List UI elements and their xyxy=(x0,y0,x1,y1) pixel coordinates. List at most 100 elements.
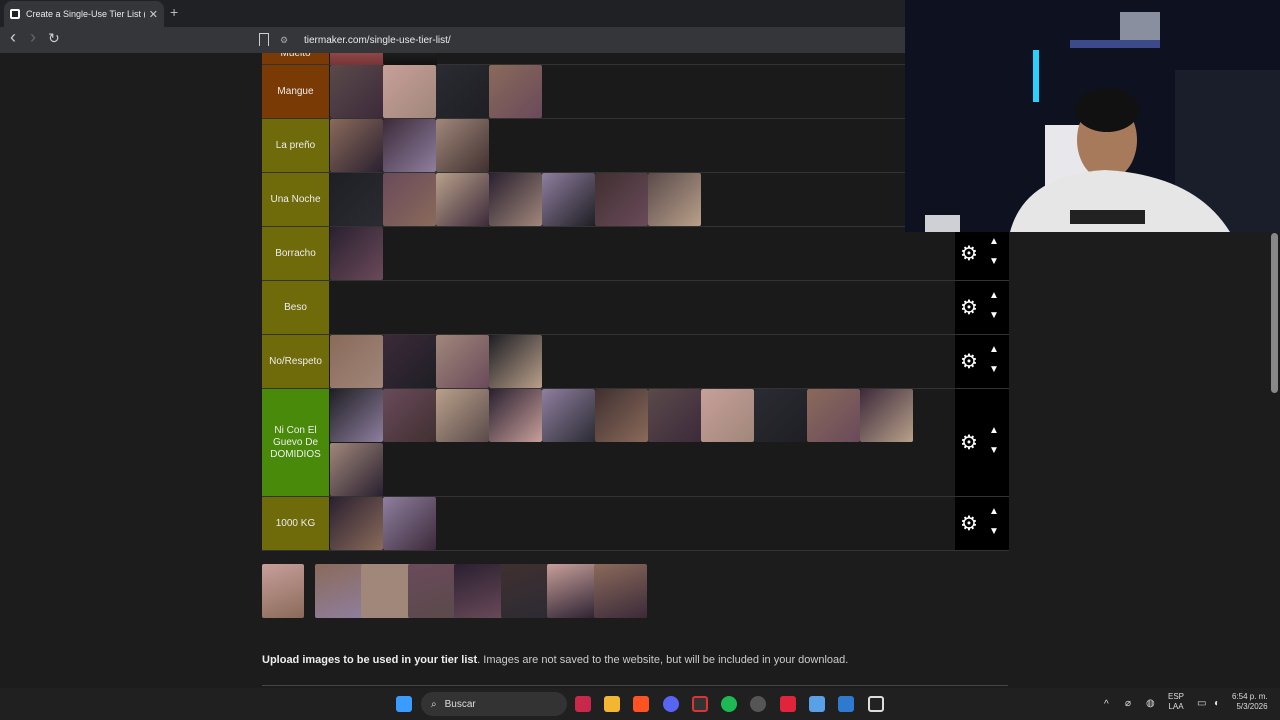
tier-label[interactable]: No/Respeto xyxy=(262,335,329,388)
discord-icon[interactable] xyxy=(663,696,679,712)
tier-image[interactable] xyxy=(330,227,383,280)
app-icon[interactable] xyxy=(868,696,884,712)
move-tier-up-icon[interactable]: ▲ xyxy=(989,506,999,517)
tier-image[interactable] xyxy=(383,389,436,442)
clock[interactable]: 6:54 p. m. 5/3/2026 xyxy=(1232,692,1268,713)
tier-image[interactable] xyxy=(542,389,595,442)
move-tier-down-icon[interactable]: ▼ xyxy=(989,364,999,375)
tier-label[interactable]: La preño xyxy=(262,119,329,172)
tier-image[interactable] xyxy=(542,173,595,226)
tab-title: Create a Single-Use Tier List (Pr xyxy=(26,9,145,19)
pool-image[interactable] xyxy=(593,564,647,618)
monitor-icon[interactable]: ▭ xyxy=(1197,697,1206,710)
tier-image[interactable] xyxy=(595,389,648,442)
brave-browser-icon[interactable] xyxy=(633,696,649,712)
tier-image[interactable] xyxy=(330,173,383,226)
language-indicator[interactable]: ESP LAA xyxy=(1168,692,1184,713)
tier-image[interactable] xyxy=(383,335,436,388)
tier-label[interactable]: Borracho xyxy=(262,227,329,280)
bookmark-icon[interactable] xyxy=(259,33,269,46)
pool-image[interactable] xyxy=(454,564,507,618)
pool-image[interactable] xyxy=(262,564,304,618)
tier-label[interactable]: Mueito xyxy=(262,53,329,64)
move-tier-down-icon[interactable]: ▼ xyxy=(989,526,999,537)
tier-image[interactable] xyxy=(807,389,860,442)
tier-image[interactable] xyxy=(489,335,542,388)
tier-image[interactable] xyxy=(330,335,383,388)
pool-image[interactable] xyxy=(314,564,368,618)
move-tier-up-icon[interactable]: ▲ xyxy=(989,344,999,355)
tier-image[interactable] xyxy=(648,173,701,226)
tier-image[interactable] xyxy=(330,119,383,172)
network-icon[interactable]: ⌀ xyxy=(1125,697,1131,710)
app-icon[interactable] xyxy=(575,696,591,712)
tier-image[interactable] xyxy=(383,497,436,550)
back-icon[interactable]: ‹ xyxy=(10,27,16,48)
pool-image[interactable] xyxy=(500,564,554,618)
tier-settings-gear-icon[interactable]: ⚙ xyxy=(960,295,978,320)
tier-image[interactable] xyxy=(383,119,436,172)
tier-label[interactable]: Mangue xyxy=(262,65,329,118)
tier-image[interactable] xyxy=(436,65,489,118)
browser-tab[interactable]: Create a Single-Use Tier List (Pr ✕ xyxy=(4,1,164,27)
move-tier-up-icon[interactable]: ▲ xyxy=(989,425,999,436)
tier-image[interactable] xyxy=(648,389,701,442)
tier-settings-gear-icon[interactable]: ⚙ xyxy=(960,241,978,266)
site-info-icon[interactable]: ⚙ xyxy=(280,35,294,46)
chevron-up-icon[interactable]: ^ xyxy=(1104,698,1109,711)
address-bar[interactable]: ⚙ tiermaker.com/single-use-tier-list/ xyxy=(280,30,920,50)
tier-settings-gear-icon[interactable]: ⚙ xyxy=(960,430,978,455)
forward-icon[interactable]: › xyxy=(30,27,36,48)
tier-row: Mangue xyxy=(262,65,1009,119)
speaker-icon[interactable]: ◐ xyxy=(1214,697,1220,710)
move-tier-down-icon[interactable]: ▼ xyxy=(989,310,999,321)
close-tab-icon[interactable]: ✕ xyxy=(149,8,158,21)
tier-image[interactable] xyxy=(330,65,383,118)
tier-settings-gear-icon[interactable]: ⚙ xyxy=(960,349,978,374)
pool-image[interactable] xyxy=(407,564,461,618)
reload-icon[interactable]: ↻ xyxy=(48,30,60,47)
new-tab-button[interactable]: + xyxy=(170,4,178,20)
move-tier-down-icon[interactable]: ▼ xyxy=(989,445,999,456)
tier-label[interactable]: Una Noche xyxy=(262,173,329,226)
search-placeholder: Buscar xyxy=(444,698,476,710)
tier-image[interactable] xyxy=(383,65,436,118)
notepad-icon[interactable] xyxy=(809,696,825,712)
tier-settings-gear-icon[interactable]: ⚙ xyxy=(960,511,978,536)
app-icon[interactable] xyxy=(750,696,766,712)
tier-label[interactable]: Beso xyxy=(262,281,329,334)
file-explorer-icon[interactable] xyxy=(604,696,620,712)
pool-image[interactable] xyxy=(547,564,600,618)
windows-start-icon[interactable] xyxy=(396,696,412,712)
page-scrollbar[interactable] xyxy=(1271,233,1278,393)
tier-label[interactable]: 1000 KG xyxy=(262,497,329,550)
tier-image[interactable] xyxy=(436,119,489,172)
tier-image[interactable] xyxy=(701,389,754,442)
move-tier-up-icon[interactable]: ▲ xyxy=(989,290,999,301)
tier-image[interactable] xyxy=(330,389,383,442)
tier-image[interactable] xyxy=(330,443,383,496)
tier-image[interactable] xyxy=(330,497,383,550)
tier-label[interactable]: Ni Con El Guevo De DOMIDIOS xyxy=(262,389,329,496)
tier-image[interactable] xyxy=(489,173,542,226)
tier-image[interactable] xyxy=(860,389,913,442)
tier-image[interactable] xyxy=(489,389,542,442)
app-icon[interactable] xyxy=(780,696,796,712)
microphone-icon[interactable]: ◍ xyxy=(1146,697,1155,710)
tier-image[interactable] xyxy=(489,65,542,118)
tier-image[interactable] xyxy=(754,389,807,442)
spotify-icon[interactable] xyxy=(721,696,737,712)
divider xyxy=(262,685,1008,686)
tier-images xyxy=(330,389,955,496)
taskbar-search[interactable]: ⌕ Buscar xyxy=(421,692,567,716)
tier-image[interactable] xyxy=(383,173,436,226)
app-icon[interactable] xyxy=(838,696,854,712)
tier-image[interactable] xyxy=(436,335,489,388)
tier-image[interactable] xyxy=(595,173,648,226)
app-icon[interactable] xyxy=(692,696,708,712)
move-tier-down-icon[interactable]: ▼ xyxy=(989,256,999,267)
tier-image[interactable] xyxy=(436,173,489,226)
move-tier-up-icon[interactable]: ▲ xyxy=(989,236,999,247)
tier-image[interactable] xyxy=(436,389,489,442)
pool-image[interactable] xyxy=(361,564,414,618)
